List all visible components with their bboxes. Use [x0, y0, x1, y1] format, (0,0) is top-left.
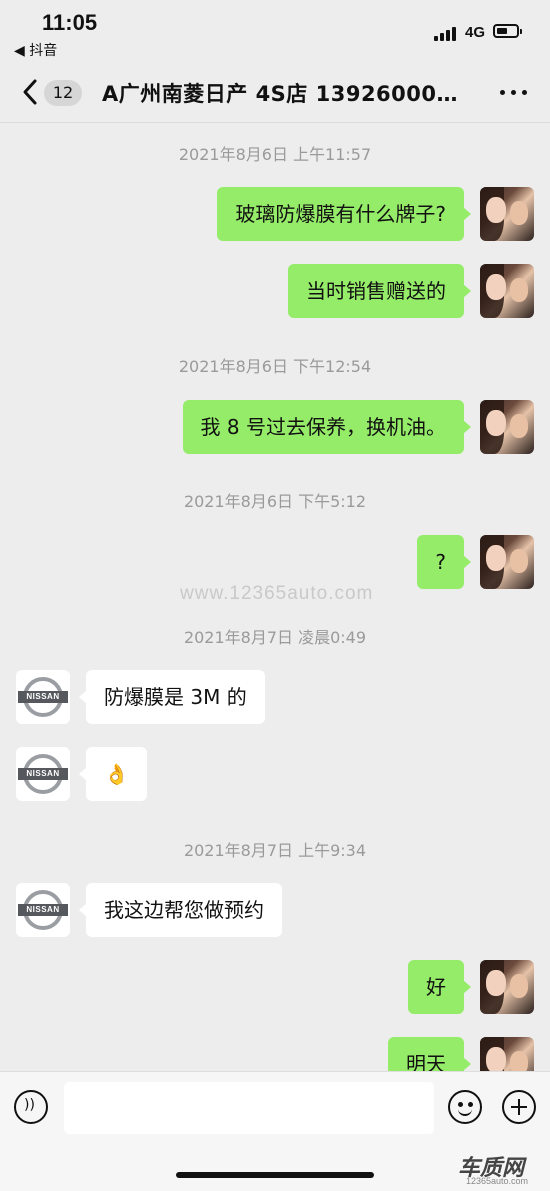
timestamp: 2021年8月6日 上午11:57: [178, 145, 372, 164]
site-logo-url: 12365auto.com: [466, 1176, 529, 1186]
nissan-logo-text: NISSAN: [18, 691, 68, 703]
message-bubble-sent[interactable]: 好: [408, 960, 471, 1014]
back-chevron-icon[interactable]: [20, 78, 40, 106]
battery-icon: [493, 24, 522, 38]
chat-title: A广州南菱日产 4S店 139260004...: [102, 82, 472, 106]
voice-icon[interactable]: )): [14, 1090, 48, 1124]
network-label: 4G: [465, 24, 486, 41]
message-bubble-sent[interactable]: 玻璃防爆膜有什么牌子?: [217, 187, 471, 241]
dealer-avatar[interactable]: NISSAN: [16, 670, 70, 724]
user-avatar[interactable]: [480, 1037, 534, 1071]
chat-header: 12 A广州南菱日产 4S店 139260004...: [0, 62, 550, 123]
user-avatar[interactable]: [480, 187, 534, 241]
user-avatar[interactable]: [480, 960, 534, 1014]
more-icon[interactable]: [498, 90, 530, 96]
nissan-logo-text: NISSAN: [18, 768, 68, 780]
unread-count-badge[interactable]: 12: [44, 80, 82, 106]
user-avatar[interactable]: [480, 264, 534, 318]
message-bubble-sent[interactable]: ?: [417, 535, 471, 589]
message-bubble-received[interactable]: 防爆膜是 3M 的: [79, 670, 265, 724]
message-bubble-sent[interactable]: 明天: [388, 1037, 471, 1071]
timestamp: 2021年8月7日 凌晨0:49: [183, 628, 367, 647]
signal-icon: [434, 25, 460, 41]
message-bubble-sent[interactable]: 当时销售赠送的: [288, 264, 471, 318]
home-indicator[interactable]: [176, 1172, 374, 1178]
dealer-avatar[interactable]: NISSAN: [16, 747, 70, 801]
dealer-avatar[interactable]: NISSAN: [16, 883, 70, 937]
plus-icon[interactable]: [502, 1090, 536, 1124]
user-avatar[interactable]: [480, 400, 534, 454]
status-time: 11:05: [42, 10, 98, 35]
user-avatar[interactable]: [480, 535, 534, 589]
message-bubble-sent[interactable]: 我 8 号过去保养，换机油。: [182, 400, 472, 454]
status-bar: 11:05 4G: [0, 0, 550, 41]
watermark: www.12365auto.com: [180, 583, 374, 604]
timestamp: 2021年8月6日 下午5:12: [183, 492, 367, 511]
emoji-icon[interactable]: [448, 1090, 482, 1124]
message-bubble-received[interactable]: 👌: [79, 747, 147, 801]
timestamp: 2021年8月6日 下午12:54: [178, 357, 372, 376]
message-bubble-received[interactable]: 我这边帮您做预约: [79, 883, 282, 937]
message-input[interactable]: [64, 1082, 434, 1134]
chat-messages[interactable]: 2021年8月6日 上午11:57 玻璃防爆膜有什么牌子? 当时销售赠送的 20…: [0, 123, 550, 1071]
nissan-logo-text: NISSAN: [18, 904, 68, 916]
back-to-app-link[interactable]: ◀ 抖音: [14, 40, 57, 60]
timestamp: 2021年8月7日 上午9:34: [183, 841, 367, 860]
